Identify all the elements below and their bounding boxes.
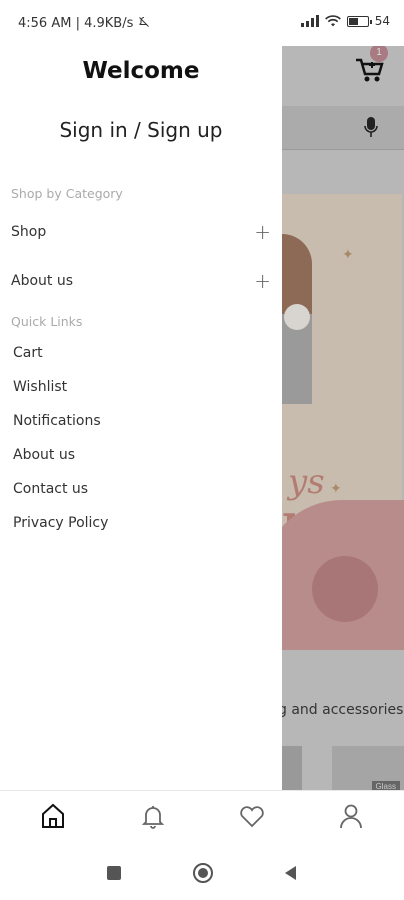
home-icon[interactable] bbox=[38, 801, 68, 831]
battery-icon bbox=[346, 15, 372, 27]
category-item-about-us[interactable]: About us + bbox=[11, 270, 271, 292]
cart-badge: 1 bbox=[370, 44, 388, 62]
promo-banner[interactable]: ✦ ✦ ys ne bbox=[282, 194, 404, 650]
plus-icon[interactable]: + bbox=[254, 222, 271, 242]
notifications-off-icon bbox=[138, 17, 149, 27]
quick-link-about-us[interactable]: About us bbox=[13, 447, 75, 463]
home-button-icon[interactable] bbox=[192, 862, 214, 884]
banner-badge bbox=[312, 556, 378, 622]
sparkle-icon: ✦ bbox=[342, 246, 354, 262]
bottom-navigation bbox=[0, 790, 404, 846]
quick-link-contact-us[interactable]: Contact us bbox=[13, 481, 88, 497]
category-label: Shop bbox=[11, 224, 47, 240]
quick-link-cart[interactable]: Cart bbox=[13, 345, 43, 361]
heart-icon[interactable] bbox=[237, 801, 267, 831]
flower-decoration bbox=[284, 304, 310, 330]
plus-icon[interactable]: + bbox=[254, 271, 271, 291]
back-icon[interactable] bbox=[282, 864, 300, 882]
drawer-welcome-title: Welcome bbox=[82, 58, 200, 84]
category-label: About us bbox=[11, 273, 74, 289]
cart-icon[interactable] bbox=[352, 56, 392, 86]
status-icons: 54 bbox=[300, 14, 390, 28]
quick-link-notifications[interactable]: Notifications bbox=[13, 413, 101, 429]
section-heading: g and accessories bbox=[282, 702, 404, 718]
profile-icon[interactable] bbox=[336, 801, 366, 831]
product-thumbnail[interactable] bbox=[282, 746, 302, 790]
signal-icon bbox=[300, 15, 319, 27]
quick-link-wishlist[interactable]: Wishlist bbox=[13, 379, 67, 395]
search-bar[interactable] bbox=[282, 106, 404, 150]
category-item-shop[interactable]: Shop + bbox=[11, 221, 271, 243]
mic-icon[interactable] bbox=[364, 116, 378, 138]
shop-by-category-heading: Shop by Category bbox=[11, 186, 123, 201]
wifi-icon bbox=[324, 15, 341, 27]
navigation-drawer: Welcome Sign in / Sign up Shop by Catego… bbox=[0, 36, 282, 790]
background-app-overlay[interactable]: 1 ✦ ✦ ys ne g and accessories Glass bbox=[282, 36, 404, 790]
quick-link-privacy-policy[interactable]: Privacy Policy bbox=[13, 515, 108, 531]
product-tag: Glass bbox=[371, 781, 400, 790]
product-thumbnail[interactable]: Glass bbox=[332, 746, 404, 790]
recents-icon[interactable] bbox=[105, 864, 123, 882]
system-navigation-bar bbox=[0, 846, 404, 900]
status-bar: 4:56 AM | 4.9KB/s 54 bbox=[0, 0, 404, 46]
status-time-speed: 4:56 AM | 4.9KB/s bbox=[18, 16, 150, 31]
sign-in-link[interactable]: Sign in / Sign up bbox=[0, 118, 282, 142]
bell-icon[interactable] bbox=[138, 801, 168, 831]
battery-percent: 54 bbox=[374, 14, 390, 28]
status-text: 4:56 AM | 4.9KB/s bbox=[18, 16, 134, 31]
quick-links-heading: Quick Links bbox=[11, 314, 83, 329]
